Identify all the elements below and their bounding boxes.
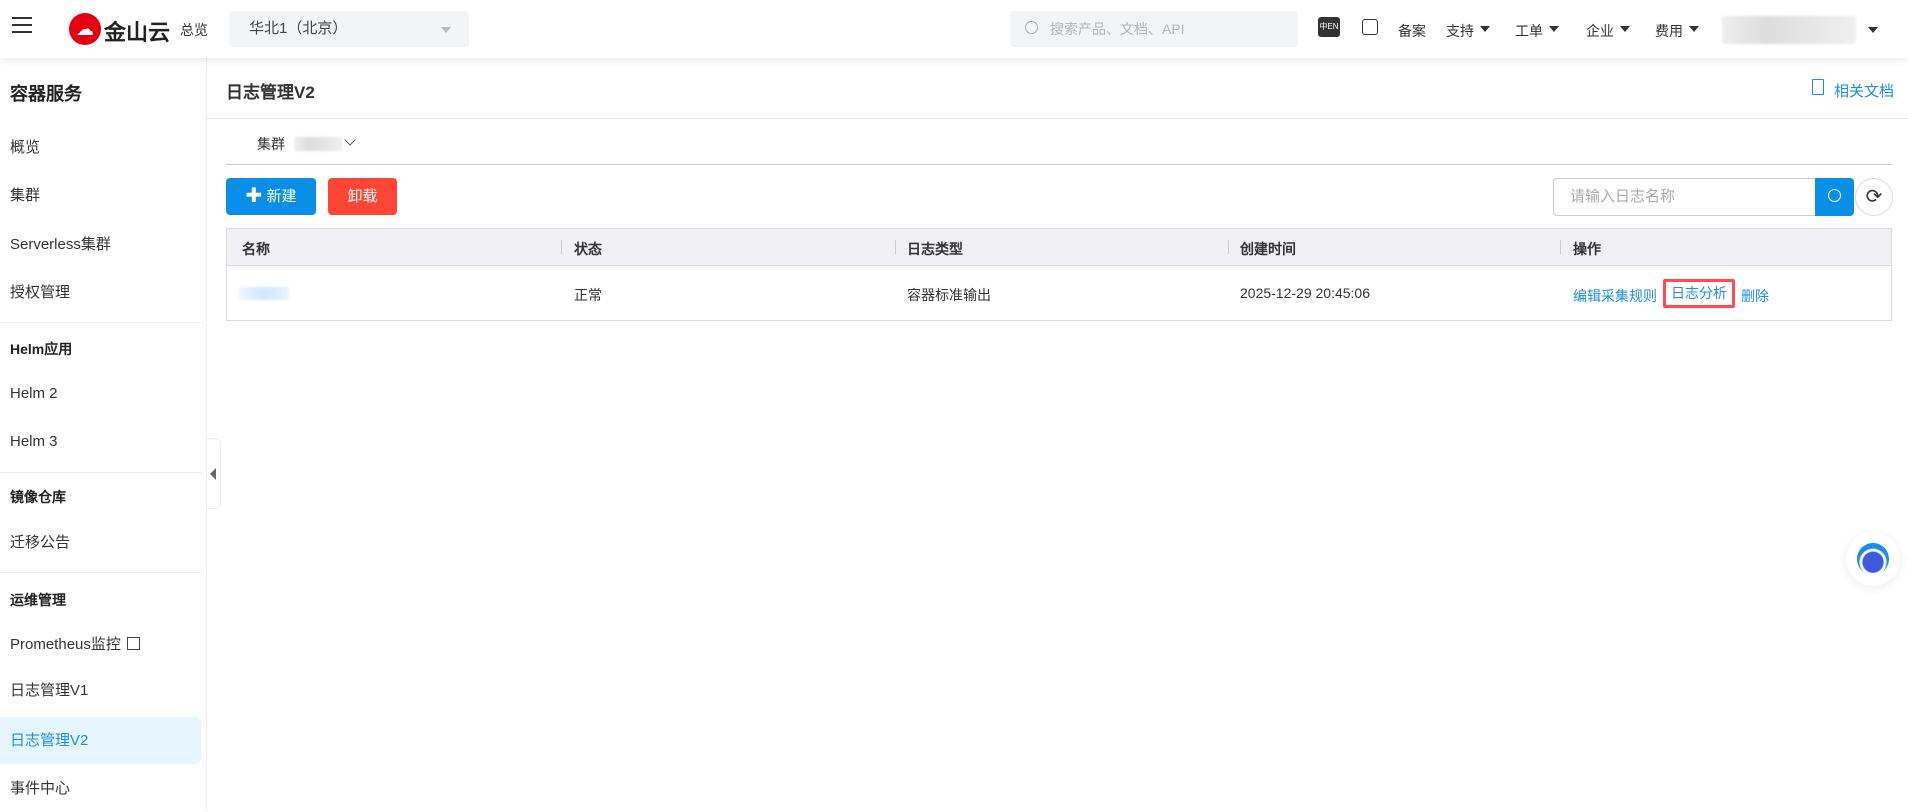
document-icon: [1812, 79, 1824, 95]
sidebar-item-helm2[interactable]: Helm 2: [0, 370, 201, 417]
logo-text[interactable]: 金山云: [104, 15, 170, 47]
table-row: 正常 容器标准输出 2025-12-29 20:45:06 编辑采集规则 日志分…: [227, 266, 1891, 320]
nav-support[interactable]: 支持: [1446, 21, 1474, 41]
log-analysis-link[interactable]: 日志分析: [1663, 279, 1735, 308]
new-button[interactable]: ✚ 新建: [226, 178, 316, 215]
divider: [207, 118, 1908, 119]
refresh-icon: ⟳: [1865, 186, 1883, 208]
column-header-created: 创建时间: [1240, 241, 1296, 257]
plus-icon: ✚: [245, 185, 263, 207]
refresh-button[interactable]: ⟳: [1855, 178, 1893, 216]
sidebar-collapse-toggle[interactable]: [207, 438, 221, 509]
column-separator: [561, 240, 562, 254]
menu-icon[interactable]: [12, 17, 32, 33]
nav-enterprise[interactable]: 企业: [1586, 21, 1614, 41]
sidebar-group-registry: 镜像仓库: [10, 489, 66, 505]
cluster-select[interactable]: [294, 137, 342, 151]
new-button-label: 新建: [266, 188, 297, 205]
search-icon: [1025, 21, 1038, 34]
column-separator: [895, 240, 896, 254]
nav-ticket[interactable]: 工单: [1515, 21, 1543, 41]
sidebar-item-migration[interactable]: 迁移公告: [0, 519, 201, 566]
search-icon: [1828, 189, 1841, 202]
sidebar-item-label: Prometheus监控: [10, 636, 121, 653]
column-header-log-type: 日志类型: [907, 241, 963, 257]
caret-icon: [1549, 26, 1559, 32]
sidebar-item-log-v1[interactable]: 日志管理V1: [0, 667, 201, 714]
sidebar-item-log-v2[interactable]: 日志管理V2: [0, 717, 201, 764]
sidebar-item-prometheus[interactable]: Prometheus监控: [0, 621, 201, 668]
external-link-icon: [126, 637, 140, 650]
log-name-link[interactable]: [239, 287, 289, 300]
divider: [0, 572, 201, 573]
column-header-status: 状态: [574, 241, 602, 257]
caret-icon: [1480, 26, 1490, 32]
chevron-down-icon: [441, 27, 451, 33]
nav-label: 支持: [1446, 23, 1474, 39]
divider: [0, 472, 201, 473]
delete-link[interactable]: 删除: [1741, 286, 1769, 306]
page-title: 日志管理V2: [226, 83, 315, 102]
nav-billing[interactable]: 费用: [1655, 21, 1683, 41]
sidebar-item-authorization[interactable]: 授权管理: [0, 269, 201, 316]
divider: [226, 164, 1892, 165]
column-separator: [1560, 240, 1561, 254]
sidebar-item-clusters[interactable]: 集群: [0, 172, 201, 219]
column-header-actions: 操作: [1573, 241, 1601, 257]
nav-beian[interactable]: 备案: [1398, 21, 1426, 41]
user-account-menu[interactable]: [1722, 16, 1856, 44]
sidebar-item-events[interactable]: 事件中心: [0, 765, 201, 812]
table-header: 名称 状态 日志类型 创建时间 操作: [227, 229, 1891, 266]
chevron-down-icon[interactable]: [1868, 27, 1878, 33]
log-search-input[interactable]: 请输入日志名称: [1553, 178, 1819, 216]
language-icon[interactable]: 中EN: [1318, 17, 1340, 37]
column-separator: [1228, 240, 1229, 254]
overview-link[interactable]: 总览: [180, 20, 208, 40]
sidebar-title: 容器服务: [10, 84, 82, 104]
divider: [0, 322, 201, 323]
sidebar: 容器服务 概览 集群 Serverless集群 授权管理 Helm应用 Helm…: [0, 58, 207, 810]
column-header-name: 名称: [242, 241, 270, 257]
sidebar-item-serverless[interactable]: Serverless集群: [0, 221, 201, 268]
sidebar-item-helm3[interactable]: Helm 3: [0, 418, 201, 465]
log-type-cell: 容器标准输出: [907, 287, 991, 303]
sidebar-group-helm: Helm应用: [10, 341, 73, 357]
region-select[interactable]: 华北1（北京）: [229, 11, 469, 47]
assistant-float-button[interactable]: [1846, 532, 1900, 586]
caret-icon: [1620, 26, 1630, 32]
uninstall-button[interactable]: 卸载: [328, 178, 397, 215]
search-placeholder: 搜索产品、文档、API: [1050, 21, 1185, 37]
chevron-down-icon[interactable]: [344, 134, 356, 146]
assistant-icon: [1857, 543, 1889, 575]
edit-collection-rules-link[interactable]: 编辑采集规则: [1573, 286, 1657, 306]
sidebar-group-ops: 运维管理: [10, 592, 66, 608]
created-time-cell: 2025-12-29 20:45:06: [1240, 285, 1370, 301]
message-icon[interactable]: [1362, 19, 1378, 35]
global-search-input[interactable]: 搜索产品、文档、API: [1010, 11, 1298, 47]
status-cell: 正常: [574, 287, 602, 303]
caret-icon: [1689, 26, 1699, 32]
search-button[interactable]: [1815, 178, 1854, 216]
sidebar-item-overview[interactable]: 概览: [0, 124, 201, 171]
logo-icon[interactable]: ☁: [69, 13, 101, 45]
log-table: 名称 状态 日志类型 创建时间 操作 正常 容器标准输出 2025-12-29 …: [226, 228, 1892, 321]
related-docs-link[interactable]: 相关文档: [1834, 80, 1894, 101]
top-header: ☁ 金山云 总览 华北1（北京） 搜索产品、文档、API 中EN 备案 支持 工…: [0, 0, 1908, 58]
cluster-label: 集群: [257, 136, 285, 152]
region-value: 华北1（北京）: [249, 20, 348, 37]
